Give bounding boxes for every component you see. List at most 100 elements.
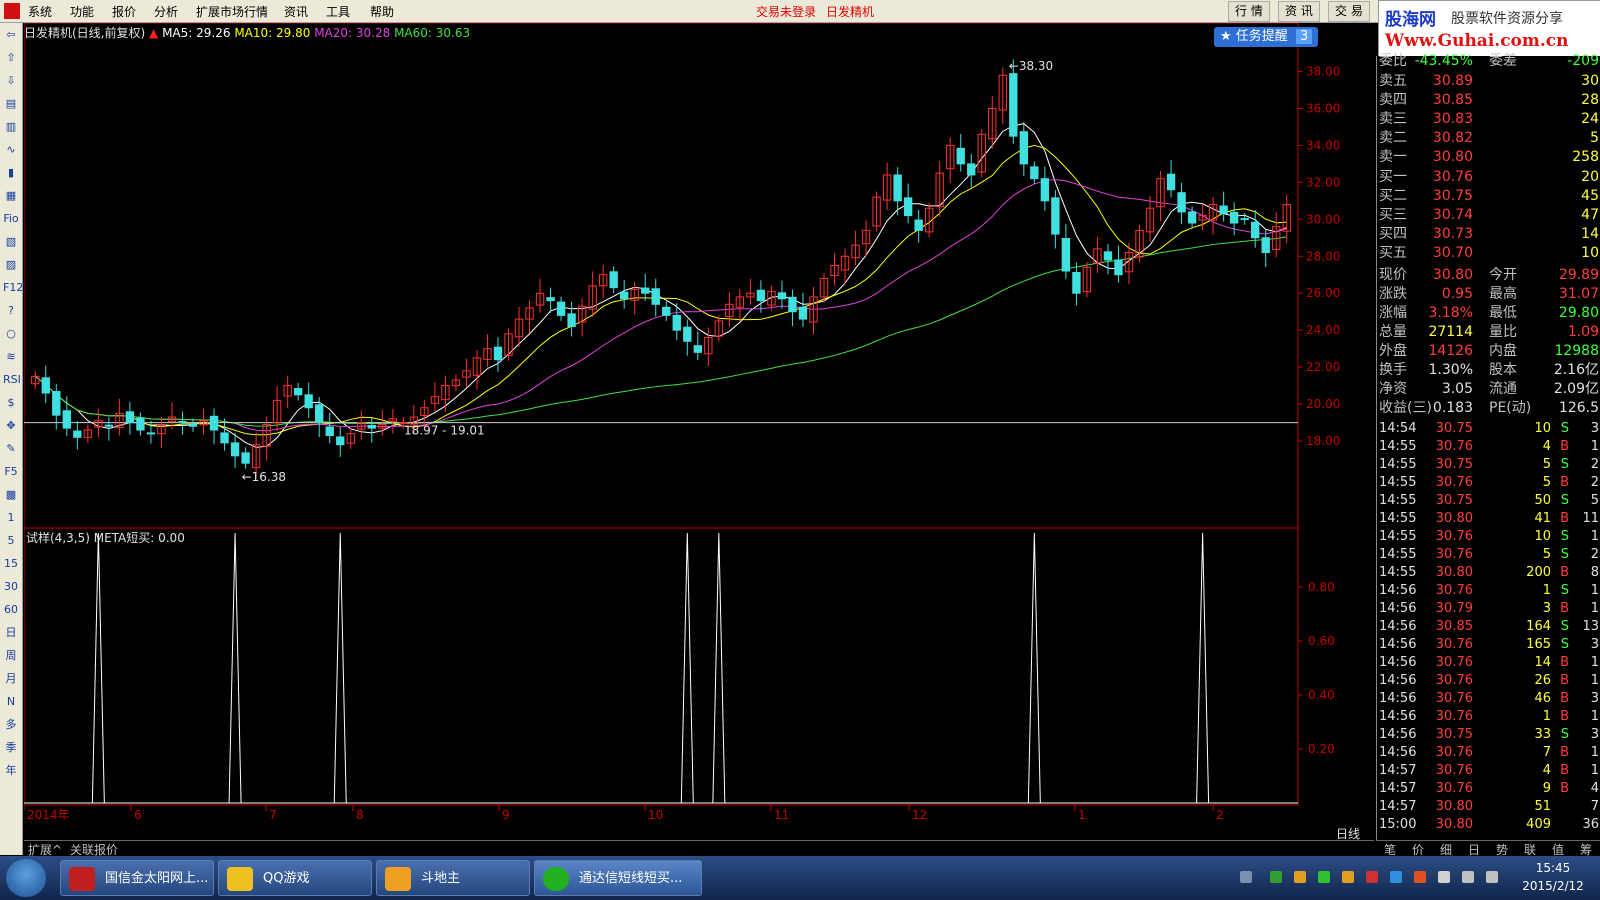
tab-market[interactable]: 行 情 [1228, 1, 1270, 22]
x-tick-label: 10 [648, 808, 663, 822]
qq-icon [227, 867, 253, 891]
toolbar-button-20[interactable]: ▩ [3, 487, 19, 503]
tick-time: 14:57 [1379, 763, 1417, 778]
weicha-label: 委差 [1489, 53, 1517, 69]
tick-volume: 5 [1542, 475, 1551, 490]
tick-time: 14:54 [1379, 421, 1417, 436]
taskbar-item-doudizhu[interactable]: 斗地主 [376, 860, 530, 896]
left-toolbar: ⇦ ⇧ ⇩ ▤ ▥ ∿ ▮ ▦ Fio ▧ ▨ F12? ○ ≋ RSI $ ✥ ✎ F5 ▩ 1 5 15 30 60 日周月 N… [0, 23, 23, 855]
toolbar-button-21[interactable]: 1 [3, 510, 19, 526]
toolbar-button-7[interactable]: ▦ [3, 188, 19, 204]
toolbar-button-9[interactable]: ▧ [3, 234, 19, 250]
toolbar-button-18[interactable]: ✎ [3, 441, 19, 457]
signal-icon[interactable] [1462, 871, 1474, 883]
browser-icon[interactable] [1414, 871, 1426, 883]
taskbar-item-qqgame[interactable]: QQ游戏 [218, 860, 372, 896]
toolbar-button-30[interactable]: 多 [3, 717, 19, 733]
tick-time: 14:55 [1379, 565, 1417, 580]
toolbar-button-6[interactable]: ▮ [3, 165, 19, 181]
kline-chart[interactable]: 38.00 36.00 34.00 32.00 30.00 28.00 26.00 24.00… [24, 23, 1376, 840]
toolbar-button-4[interactable]: ▥ [3, 119, 19, 135]
menu-item-extended-market[interactable]: 扩展市场行情 [196, 3, 268, 20]
stat-label: 量比 [1489, 324, 1517, 340]
candle-body [315, 404, 324, 424]
toolbar-button-14[interactable]: ≋ [3, 349, 19, 365]
toolbar-button-15[interactable]: RSI [3, 372, 21, 388]
candle-body [52, 391, 61, 416]
qq-tray-icon[interactable] [1294, 871, 1306, 883]
candle-body [1061, 238, 1071, 272]
tick-time: 14:55 [1379, 439, 1417, 454]
network-app-icon[interactable] [1318, 871, 1330, 883]
candle-body [336, 436, 345, 446]
toolbar-button-2[interactable]: ⇩ [3, 73, 19, 89]
toolbar-button-26[interactable]: 日 [3, 625, 19, 641]
toolbar-button-17[interactable]: ✥ [3, 418, 19, 434]
menu-item-news[interactable]: 资讯 [284, 3, 308, 20]
toolbar-button-24[interactable]: 30 [3, 579, 19, 595]
system-clock[interactable]: 15:45 2015/2/12 [1518, 861, 1588, 893]
toolbar-button-3[interactable]: ▤ [3, 96, 19, 112]
toolbar-button-1[interactable]: ⇧ [3, 50, 19, 66]
device-icon[interactable] [1438, 871, 1450, 883]
volume-icon[interactable] [1486, 871, 1498, 883]
toolbar-button-32[interactable]: 年 [3, 763, 19, 779]
quote-row: 卖三 30.83 24 [1377, 110, 1600, 128]
y-tick-label: 24.00 [1306, 323, 1340, 337]
tick-price: 30.79 [1435, 601, 1473, 616]
quote-panel: 委比 -43.45% 委差 -209 卖五 30.89 30 卖四 30.85 28 卖三 30.83… [1376, 53, 1600, 855]
toolbar-button-31[interactable]: 季 [3, 740, 19, 756]
stat-label: 内盘 [1489, 343, 1517, 359]
buy-price: 30.75 [1432, 188, 1473, 204]
menu-item-help[interactable]: 帮助 [370, 3, 394, 20]
start-button[interactable] [6, 859, 46, 897]
candle-body [178, 420, 187, 424]
toolbar-button-23[interactable]: 15 [3, 556, 19, 572]
toolbar-button-8[interactable]: Fio [3, 211, 19, 227]
qq-tray-icon-2[interactable] [1342, 871, 1354, 883]
candle-body [1166, 173, 1176, 191]
tick-volume: 5 [1542, 457, 1551, 472]
toolbar-button-25[interactable]: 60 [3, 602, 19, 618]
toolbar-button-16[interactable]: $ [3, 395, 19, 411]
tick-price: 30.85 [1435, 619, 1473, 634]
task-reminder-button[interactable]: ★ 任务提醒 3 [1214, 27, 1318, 47]
taskbar-item-guosen[interactable]: 国信金太阳网上... [60, 860, 214, 896]
toolbar-button-28[interactable]: 月 [3, 671, 19, 687]
toolbar-button-19[interactable]: F5 [3, 464, 19, 480]
tab-info[interactable]: 资 讯 [1278, 1, 1320, 22]
menu-item-system[interactable]: 系统 [28, 3, 52, 20]
taskbar-item-tdx[interactable]: 通达信短线短买... [534, 860, 702, 896]
buy-level-label: 买一 [1379, 169, 1407, 185]
shield-icon[interactable] [1270, 871, 1282, 883]
tab-trade[interactable]: 交 易 [1328, 1, 1370, 22]
toolbar-button-10[interactable]: ▨ [3, 257, 19, 273]
high-price-label: ←38.30 [1009, 59, 1053, 73]
indicator-spike [1196, 532, 1210, 804]
menu-item-quote[interactable]: 报价 [112, 3, 136, 20]
toolbar-button-12[interactable]: ? [3, 303, 19, 319]
sell-price: 30.89 [1432, 73, 1473, 89]
menu-item-analysis[interactable]: 分析 [154, 3, 178, 20]
tick-count: 1 [1590, 673, 1599, 688]
toolbar-button-0[interactable]: ⇦ [3, 27, 19, 43]
speaker-app-icon[interactable] [1366, 871, 1378, 883]
toolbar-button-27[interactable]: 周 [3, 648, 19, 664]
menu-item-function[interactable]: 功能 [70, 3, 94, 20]
toolbar-button-29[interactable]: N [3, 694, 19, 710]
bottom-tab-bar: 扩展^ 关联报价 日线 [24, 827, 1374, 857]
buy-volume: 45 [1581, 188, 1599, 204]
menu-item-tools[interactable]: 工具 [326, 3, 350, 20]
indicator-label: 试样(4,3,5) META短买: 0.00 [26, 530, 185, 545]
up-arrow-icon: ▲ [149, 26, 159, 40]
tick-row: 14:55 30.76 10 S 1 [1377, 528, 1600, 546]
candle-body [556, 301, 566, 316]
x-tick-label: 2 [1216, 808, 1224, 822]
toolbar-button-11[interactable]: F12 [3, 280, 23, 296]
ma20-label: MA20: 30.28 [314, 26, 391, 40]
toolbar-button-13[interactable]: ○ [3, 326, 19, 342]
keyboard-icon[interactable] [1240, 871, 1252, 883]
bird-icon[interactable] [1390, 871, 1402, 883]
toolbar-button-5[interactable]: ∿ [3, 142, 19, 158]
toolbar-button-22[interactable]: 5 [3, 533, 19, 549]
